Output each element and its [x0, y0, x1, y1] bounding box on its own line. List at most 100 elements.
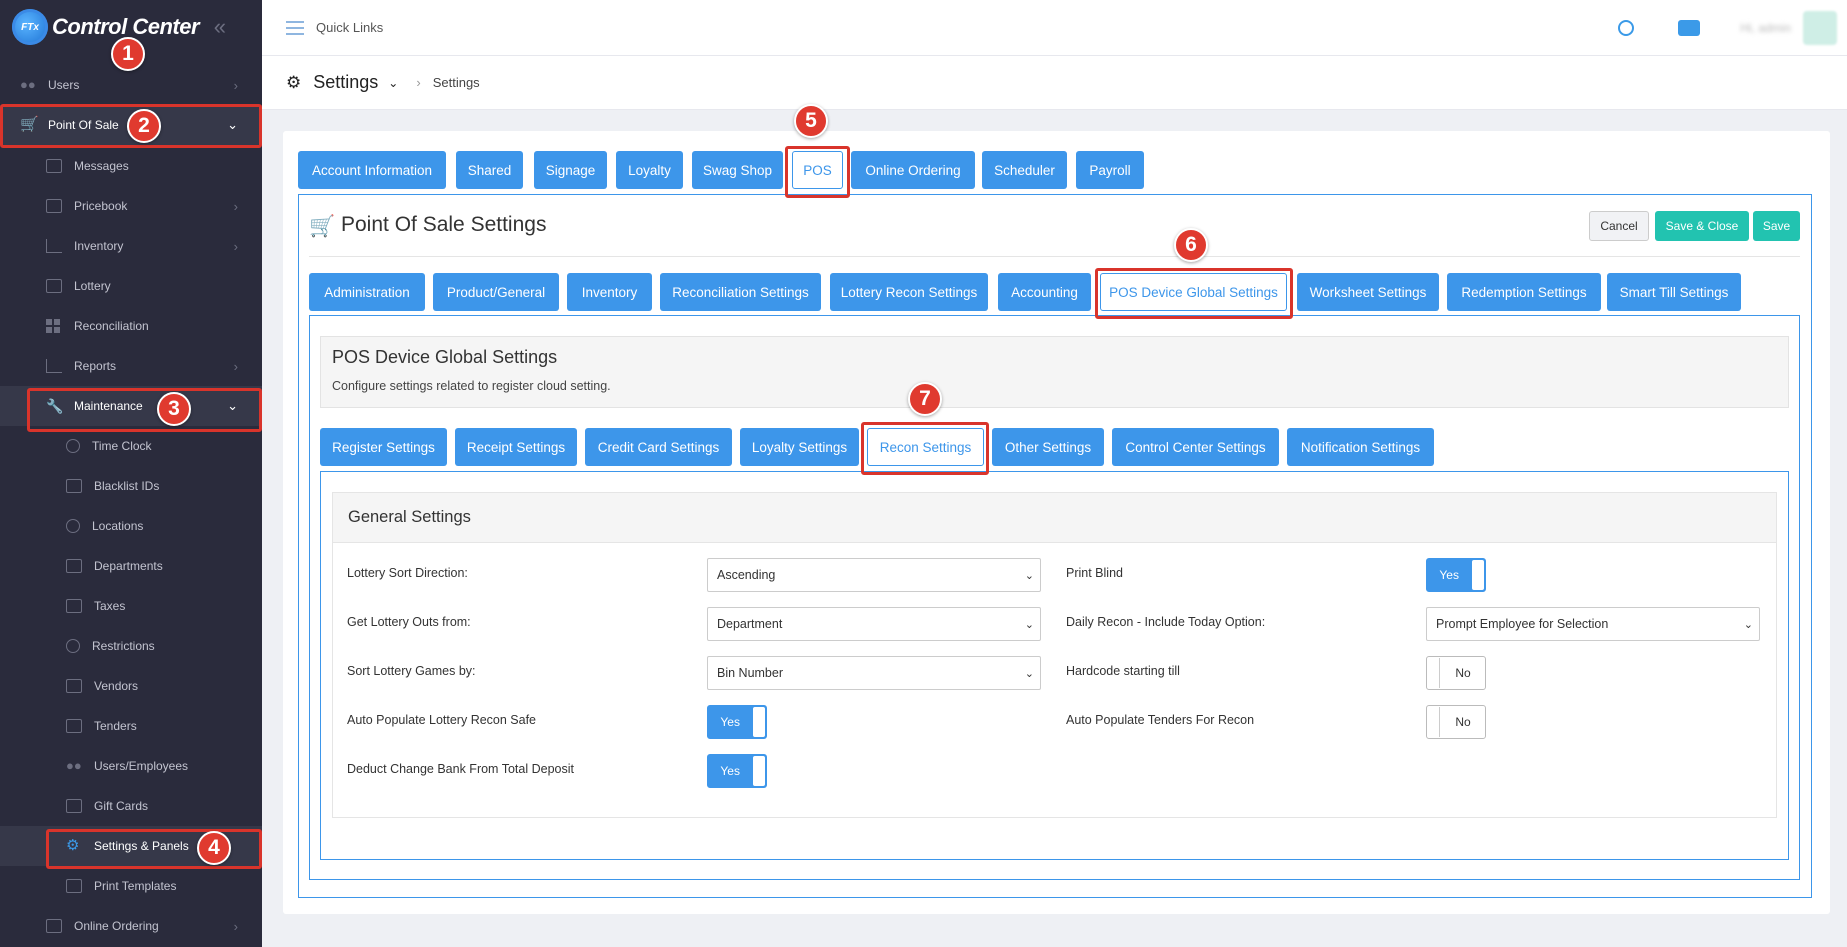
sidebar-item-blacklist-ids[interactable]: Blacklist IDs: [0, 466, 262, 506]
sidebar-item-reconciliation[interactable]: Reconciliation: [0, 306, 262, 346]
sidebar-item-label: Pricebook: [74, 199, 128, 213]
tab-register-settings[interactable]: Register Settings: [320, 428, 447, 466]
tab-swag-shop[interactable]: Swag Shop: [692, 151, 783, 189]
auto-populate-safe-toggle[interactable]: Yes: [707, 705, 767, 739]
lottery-outs-from-select[interactable]: Department ⌄: [707, 607, 1041, 641]
cancel-button[interactable]: Cancel: [1589, 211, 1649, 241]
sidebar-item-label: Users/Employees: [94, 759, 189, 773]
save-close-button[interactable]: Save & Close: [1655, 211, 1749, 241]
collapse-sidebar-icon[interactable]: «: [214, 14, 226, 40]
sidebar-item-label: Time Clock: [92, 439, 152, 453]
sidebar-item-gift-cards[interactable]: Gift Cards: [0, 786, 262, 826]
tab-loyalty-settings[interactable]: Loyalty Settings: [740, 428, 859, 466]
sidebar-item-label: Blacklist IDs: [94, 479, 160, 493]
tab-recon-settings[interactable]: Recon Settings: [867, 428, 984, 466]
hardcode-starting-till-toggle[interactable]: No: [1426, 656, 1486, 690]
cart-icon: 🛒: [309, 215, 336, 238]
tab-accounting[interactable]: Accounting: [998, 273, 1091, 311]
sidebar-item-vendors[interactable]: Vendors: [0, 666, 262, 706]
sidebar-item-label: Gift Cards: [94, 799, 149, 813]
tax-icon: [66, 599, 82, 613]
sidebar-item-label: Messages: [74, 159, 129, 173]
sort-lottery-games-label: Sort Lottery Games by:: [347, 664, 476, 678]
tab-account-information[interactable]: Account Information: [298, 151, 446, 189]
page-bottom-strip: [262, 930, 1847, 947]
tab-other-settings[interactable]: Other Settings: [992, 428, 1104, 466]
sidebar-item-restrictions[interactable]: Restrictions: [0, 626, 262, 666]
sidebar-item-reports[interactable]: Reports ›: [0, 346, 262, 386]
annotation-badge-3: 3: [157, 392, 191, 426]
sidebar-item-online-ordering[interactable]: Online Ordering ›: [0, 906, 262, 946]
general-settings-title: General Settings: [348, 508, 471, 526]
lottery-sort-direction-label: Lottery Sort Direction:: [347, 566, 468, 580]
sidebar-item-users-employees[interactable]: ●● Users/Employees: [0, 746, 262, 786]
sidebar-item-tenders[interactable]: Tenders: [0, 706, 262, 746]
sidebar-item-locations[interactable]: Locations: [0, 506, 262, 546]
sort-lottery-games-select[interactable]: Bin Number ⌄: [707, 656, 1041, 690]
tab-worksheet-settings[interactable]: Worksheet Settings: [1297, 273, 1439, 311]
tab-administration[interactable]: Administration: [309, 273, 425, 311]
tab-product-general[interactable]: Product/General: [433, 273, 559, 311]
tab-credit-card-settings[interactable]: Credit Card Settings: [585, 428, 732, 466]
sidebar-item-label: Online Ordering: [74, 919, 159, 933]
save-button[interactable]: Save: [1753, 211, 1800, 241]
tab-control-center-settings[interactable]: Control Center Settings: [1112, 428, 1279, 466]
tab-reconciliation-settings[interactable]: Reconciliation Settings: [660, 273, 821, 311]
tab-shared[interactable]: Shared: [456, 151, 523, 189]
search-icon[interactable]: [1618, 19, 1635, 36]
cart-icon: 🛒: [20, 116, 39, 133]
tab-online-ordering[interactable]: Online Ordering: [851, 151, 975, 189]
tab-pos[interactable]: POS: [792, 151, 843, 189]
auto-populate-tenders-label: Auto Populate Tenders For Recon: [1066, 713, 1255, 727]
gear-icon: ⚙: [66, 837, 80, 854]
users-icon: ●●: [20, 77, 36, 92]
annotation-badge-6: 6: [1174, 228, 1208, 262]
sidebar-item-time-clock[interactable]: Time Clock: [0, 426, 262, 466]
tab-scheduler[interactable]: Scheduler: [982, 151, 1067, 189]
chevron-down-icon[interactable]: ⌄: [388, 76, 398, 90]
toggle-value: No: [1455, 715, 1471, 729]
sidebar-item-taxes[interactable]: Taxes: [0, 586, 262, 626]
avatar[interactable]: [1803, 10, 1837, 45]
daily-recon-today-select[interactable]: Prompt Employee for Selection ⌄: [1426, 607, 1760, 641]
tab-lottery-recon-settings[interactable]: Lottery Recon Settings: [830, 273, 988, 311]
menu-icon[interactable]: [286, 20, 304, 35]
tab-signage[interactable]: Signage: [534, 151, 607, 189]
print-blind-toggle[interactable]: Yes: [1426, 558, 1486, 592]
inventory-icon: [46, 239, 62, 253]
sidebar-item-maintenance[interactable]: 🔧 Maintenance ⌄: [0, 386, 262, 426]
print-blind-label: Print Blind: [1066, 566, 1123, 580]
sidebar-item-pricebook[interactable]: Pricebook ›: [0, 186, 262, 226]
deduct-change-bank-toggle[interactable]: Yes: [707, 754, 767, 788]
tab-smart-till-settings[interactable]: Smart Till Settings: [1607, 273, 1741, 311]
chevron-down-icon: ⌄: [1024, 570, 1034, 582]
top-bar: Quick Links Hi, admin: [262, 0, 1847, 56]
user-name[interactable]: Hi, admin: [1740, 21, 1791, 35]
toggle-knob: [1472, 560, 1484, 590]
sidebar-item-lottery[interactable]: Lottery: [0, 266, 262, 306]
sidebar-item-messages[interactable]: Messages: [0, 146, 262, 186]
page-title[interactable]: Settings: [313, 72, 378, 93]
sidebar-item-users[interactable]: ●● Users ›: [0, 65, 262, 105]
daily-recon-today-label: Daily Recon - Include Today Option:: [1066, 615, 1266, 629]
sidebar-item-inventory[interactable]: Inventory ›: [0, 226, 262, 266]
tab-pos-device-global-settings[interactable]: POS Device Global Settings: [1100, 273, 1287, 311]
tab-receipt-settings[interactable]: Receipt Settings: [455, 428, 577, 466]
sidebar-item-label: Vendors: [94, 679, 139, 693]
pos-panel-title: Point Of Sale Settings: [341, 213, 547, 236]
tab-loyalty[interactable]: Loyalty: [616, 151, 683, 189]
tab-redemption-settings[interactable]: Redemption Settings: [1447, 273, 1601, 311]
tab-inventory[interactable]: Inventory: [567, 273, 652, 311]
auto-populate-tenders-toggle[interactable]: No: [1426, 705, 1486, 739]
quick-links[interactable]: Quick Links: [316, 20, 383, 35]
sidebar-item-print-templates[interactable]: Print Templates: [0, 866, 262, 906]
sidebar-item-label: Departments: [94, 559, 163, 573]
tab-notification-settings[interactable]: Notification Settings: [1287, 428, 1434, 466]
sidebar-item-label: Reports: [74, 359, 117, 373]
chat-icon[interactable]: [1678, 19, 1701, 36]
tab-payroll[interactable]: Payroll: [1076, 151, 1144, 189]
lottery-sort-direction-select[interactable]: Ascending ⌄: [707, 558, 1041, 592]
gift-card-icon: [66, 799, 82, 813]
sidebar-item-departments[interactable]: Departments: [0, 546, 262, 586]
chevron-right-icon: ›: [233, 77, 238, 93]
